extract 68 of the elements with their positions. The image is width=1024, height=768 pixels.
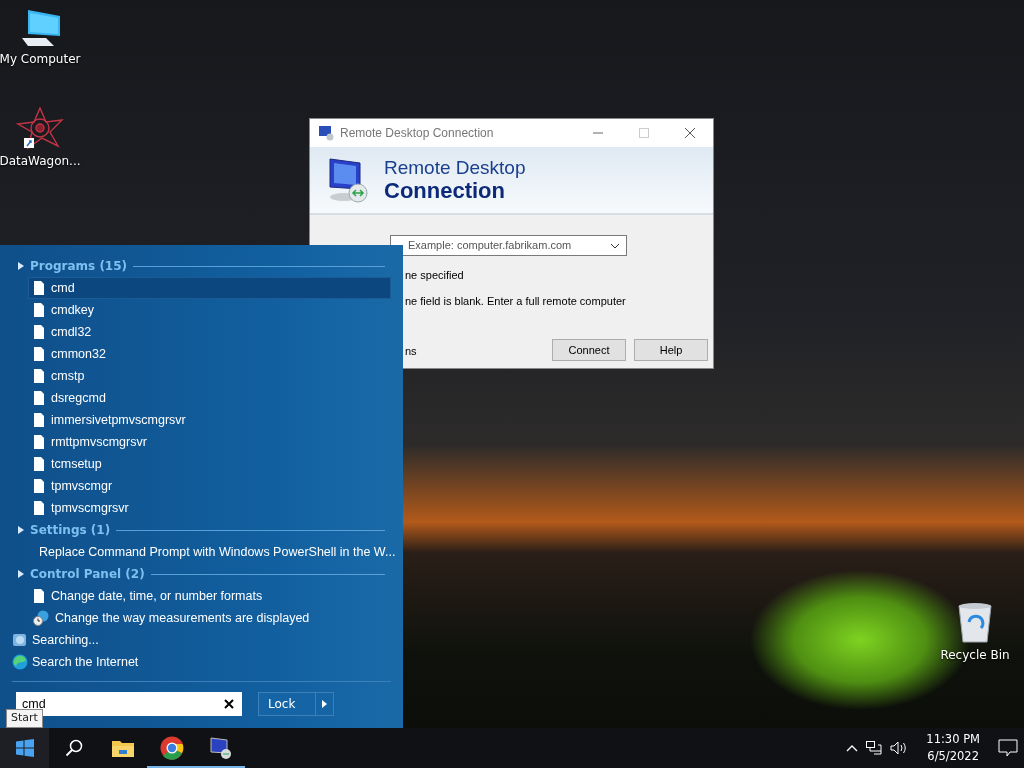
globe-clock-icon — [33, 610, 49, 626]
document-icon — [33, 501, 45, 515]
arrow-right-icon — [322, 700, 328, 708]
search-result[interactable]: dsregcmd — [28, 387, 391, 409]
document-icon — [33, 325, 45, 339]
taskbar-button[interactable] — [0, 728, 49, 768]
expand-arrow-icon[interactable] — [18, 570, 24, 578]
browser-icon — [12, 654, 28, 670]
volume-icon[interactable] — [890, 741, 909, 755]
search-result[interactable]: Change date, time, or number formats — [28, 585, 391, 607]
document-icon — [33, 589, 45, 603]
monitor-icon — [318, 125, 334, 141]
icon-label: My Computer — [0, 51, 81, 68]
chevron-up-icon[interactable] — [846, 744, 859, 752]
document-icon — [33, 457, 45, 471]
search-result[interactable]: tpmvscmgrsvr — [28, 497, 391, 519]
network-icon[interactable] — [866, 741, 883, 755]
monitor-icon — [208, 736, 233, 760]
search-result[interactable]: cmmon32 — [28, 343, 391, 365]
search-result[interactable]: tcmsetup — [28, 453, 391, 475]
search-result[interactable]: cmdl32 — [28, 321, 391, 343]
chevron-down-icon — [610, 242, 620, 249]
document-icon — [33, 391, 45, 405]
search-result[interactable]: cmdkey — [28, 299, 391, 321]
notification-icon[interactable] — [998, 739, 1018, 757]
monitor-icon — [326, 155, 370, 205]
tooltip: Start — [6, 709, 43, 728]
windows-logo-icon — [15, 739, 34, 757]
starburst-icon[interactable] — [16, 106, 64, 150]
document-icon — [33, 303, 45, 317]
expand-arrow-icon[interactable] — [18, 262, 24, 270]
status-text: ne specified — [405, 268, 464, 283]
dialog-heading: Connection — [384, 178, 505, 202]
computer-combobox[interactable]: Example: computer.fabrikam.com — [390, 235, 627, 256]
chrome-icon — [159, 736, 184, 760]
document-icon — [33, 347, 45, 361]
search-icon — [64, 739, 83, 757]
search-result[interactable]: cmd — [28, 277, 391, 299]
status-text: ne field is blank. Enter a full remote computer — [405, 294, 626, 309]
dialog-heading: Remote Desktop — [384, 158, 526, 179]
dialog-button[interactable]: Help — [634, 339, 708, 361]
icon-label: Recycle Bin — [940, 647, 1010, 664]
search-result[interactable]: cmstp — [28, 365, 391, 387]
dialog-button[interactable]: Connect — [552, 339, 626, 361]
folder-icon — [111, 739, 134, 757]
search-result[interactable]: Change the way measurements are displayed — [28, 607, 391, 629]
window-title: Remote Desktop Connection — [340, 125, 494, 142]
group-heading[interactable]: Programs (15) — [30, 257, 128, 275]
recycle-bin-icon[interactable] — [955, 600, 995, 644]
group-heading[interactable]: Control Panel (2) — [30, 565, 145, 583]
icon-label: DataWagon... — [0, 153, 81, 170]
clock[interactable]: 11:30 PM 6/5/2022 — [926, 730, 980, 766]
document-icon — [33, 369, 45, 383]
group-heading[interactable]: Settings (1) — [30, 521, 111, 539]
clear-icon[interactable] — [224, 699, 234, 709]
lock-button[interactable]: Lock — [258, 692, 335, 716]
document-icon — [33, 479, 45, 493]
searching-icon — [12, 632, 28, 648]
document-icon — [33, 435, 45, 449]
document-icon — [33, 413, 45, 427]
search-result[interactable]: tpmvscmgr — [28, 475, 391, 497]
menu-item[interactable]: Search the Internet — [12, 651, 391, 673]
options-link[interactable]: ns — [405, 343, 417, 360]
expand-arrow-icon[interactable] — [18, 526, 24, 534]
search-result[interactable]: immersivetpmvscmgrsvr — [28, 409, 391, 431]
menu-item[interactable]: Searching... — [12, 629, 391, 651]
document-icon — [33, 281, 45, 295]
search-result[interactable]: rmttpmvscmgrsvr — [28, 431, 391, 453]
